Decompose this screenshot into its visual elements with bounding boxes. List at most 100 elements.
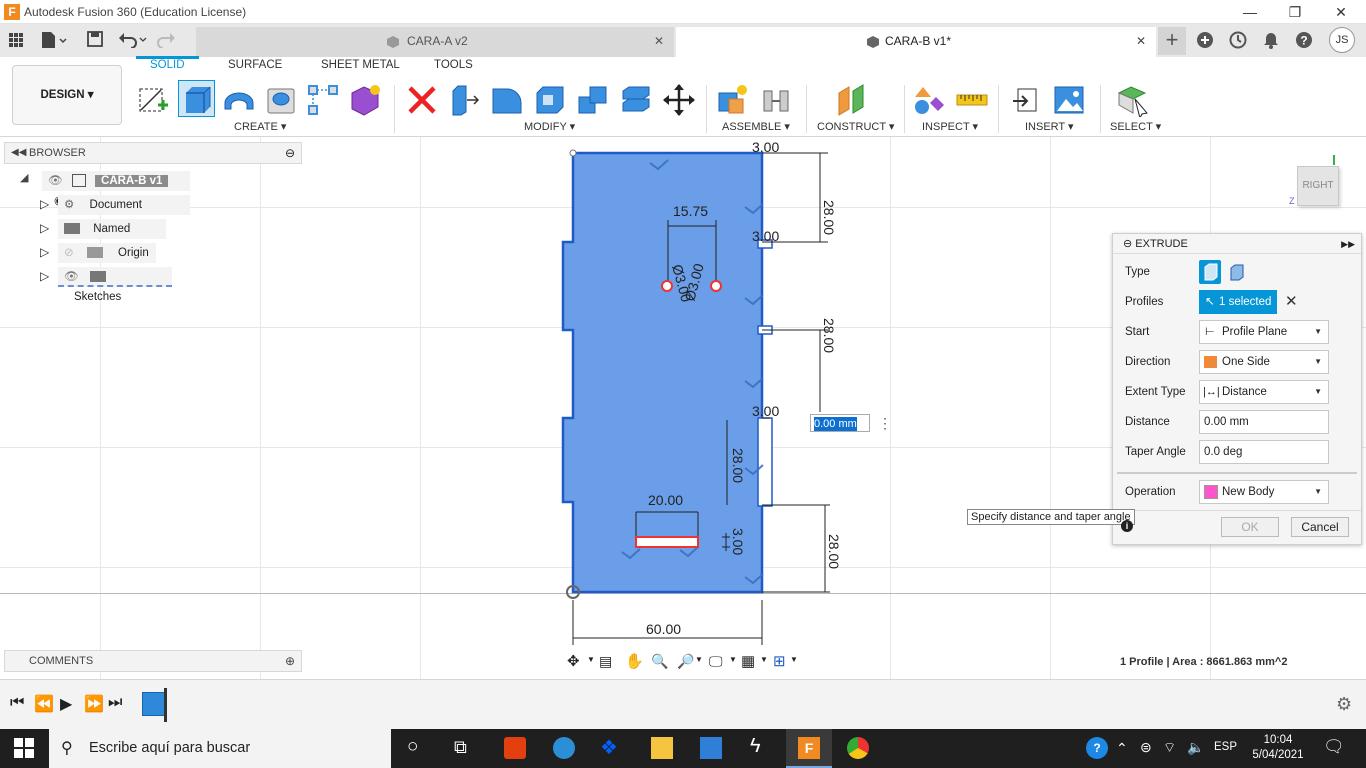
move-copy-icon[interactable] <box>662 83 696 117</box>
help-icon[interactable]: ? <box>1295 31 1313 49</box>
tab-cara-b[interactable]: CARA-B v1* ✕ <box>676 27 1156 57</box>
new-tab-button[interactable]: + <box>1158 27 1186 55</box>
type-solid-button[interactable] <box>1199 260 1221 284</box>
zoom-icon[interactable]: 🔍 <box>651 653 668 670</box>
windows-start-icon[interactable] <box>14 738 34 758</box>
orbit-icon[interactable]: ✥ <box>567 652 580 670</box>
hole-icon[interactable] <box>264 83 298 117</box>
expand-dialog-icon[interactable]: ▶▶ <box>1341 234 1355 254</box>
apps-grid-icon[interactable] <box>8 32 24 48</box>
extrude-icon[interactable] <box>180 83 214 117</box>
timeline-sketch-feature[interactable] <box>142 692 166 716</box>
operation-select[interactable]: New Body ▼ <box>1199 480 1329 504</box>
fillet-icon[interactable] <box>490 83 524 117</box>
grid-settings-icon[interactable]: ▦ <box>741 652 755 670</box>
chevron-down-icon[interactable]: ▼ <box>729 655 737 664</box>
chevron-down-icon[interactable]: ▼ <box>587 655 595 664</box>
volume-icon[interactable]: 🔈 <box>1187 739 1204 756</box>
job-status-icon[interactable] <box>1229 31 1247 49</box>
taper-angle-input[interactable]: 0.0 deg <box>1199 440 1329 464</box>
viewcube[interactable]: RIGHT <box>1297 166 1339 206</box>
collapse-icon[interactable]: ⊖ <box>1123 238 1132 250</box>
create-sketch-icon[interactable] <box>136 83 170 117</box>
taskbar-clock[interactable]: 10:04 5/04/2021 <box>1248 733 1308 763</box>
collapse-triangle-icon[interactable]: ◢ <box>20 171 28 184</box>
display-settings-icon[interactable]: 🖵 <box>709 653 723 670</box>
close-tab-icon[interactable]: ✕ <box>654 27 664 55</box>
press-pull-icon[interactable] <box>447 83 481 117</box>
help-tray-icon[interactable]: ? <box>1086 737 1108 759</box>
notification-center-icon[interactable]: 🗨 <box>1323 737 1345 757</box>
extrude-header[interactable]: ⊖ EXTRUDE ▶▶ <box>1113 234 1361 254</box>
wifi-icon[interactable]: ⌔ <box>1163 739 1176 757</box>
new-component-icon[interactable] <box>716 83 750 117</box>
network-icon[interactable]: ⊜ <box>1140 739 1152 756</box>
redo-icon[interactable] <box>157 30 187 48</box>
browser-item-document-settings[interactable]: ⚙ Document Settings <box>58 195 190 231</box>
undo-icon[interactable] <box>118 30 148 48</box>
more-options-icon[interactable]: ⋮ <box>878 415 892 432</box>
group-modify[interactable]: MODIFY ▾ <box>524 120 575 133</box>
comments-panel[interactable]: COMMENTS ⊕ <box>4 650 302 672</box>
language-indicator[interactable]: ESP <box>1214 741 1237 753</box>
go-to-end-icon[interactable]: ⏭ <box>108 694 122 712</box>
restore-button[interactable]: ❐ <box>1285 3 1305 21</box>
info-icon[interactable]: i <box>1121 520 1133 532</box>
browser-item-origin[interactable]: ⊘ Origin <box>58 243 156 263</box>
mail-icon[interactable] <box>700 737 722 759</box>
close-window-button[interactable]: ✕ <box>1331 3 1351 21</box>
expand-arrow-icon[interactable]: ▷ <box>40 245 49 259</box>
collapse-left-icon[interactable]: ◀◀ <box>11 143 26 163</box>
expand-arrow-icon[interactable]: ▷ <box>40 221 49 235</box>
file-menu-icon[interactable] <box>40 30 68 50</box>
combine-icon[interactable] <box>576 83 610 117</box>
save-icon[interactable] <box>86 30 104 48</box>
tab-sheet-metal[interactable]: SHEET METAL <box>321 59 400 71</box>
expand-arrow-icon[interactable]: ▷ <box>40 269 49 283</box>
dropbox-icon[interactable]: ❖ <box>600 735 618 760</box>
chevron-down-icon[interactable]: ▼ <box>790 655 798 664</box>
cortana-icon[interactable]: ○ <box>407 736 418 758</box>
shell-icon[interactable] <box>533 83 567 117</box>
measure-ruler-icon[interactable] <box>955 83 989 117</box>
task-view-icon[interactable]: ⧉ <box>454 737 467 758</box>
viewports-icon[interactable]: ⊞ <box>773 652 786 670</box>
look-at-icon[interactable]: ▤ <box>599 653 612 670</box>
account-avatar[interactable]: JS <box>1329 27 1355 53</box>
extensions-icon[interactable] <box>1196 31 1214 49</box>
group-inspect[interactable]: INSPECT ▾ <box>922 120 978 133</box>
show-hidden-icons-chevron-icon[interactable]: ⌃ <box>1116 740 1128 757</box>
clear-selection-icon[interactable]: ✕ <box>1285 292 1298 310</box>
add-comment-icon[interactable]: ⊕ <box>285 651 295 671</box>
inspect-measure-icon[interactable] <box>912 83 946 117</box>
visibility-eye-icon[interactable]: 👁 <box>64 271 79 283</box>
taskbar-search-box[interactable]: ⚲ Escribe aquí para buscar <box>49 729 391 768</box>
profiles-selection-button[interactable]: ↖ 1 selected <box>1199 290 1277 314</box>
close-tab-icon[interactable]: ✕ <box>1136 27 1146 55</box>
group-construct[interactable]: CONSTRUCT ▾ <box>817 120 894 133</box>
insert-canvas-icon[interactable] <box>1052 83 1086 117</box>
file-explorer-icon[interactable] <box>651 737 673 759</box>
browser-header[interactable]: ◀◀ BROWSER ⊖ <box>4 142 302 164</box>
step-forward-icon[interactable]: ⏩ <box>84 694 104 714</box>
app-lightning-icon[interactable]: ϟ <box>750 735 761 758</box>
joint-icon[interactable] <box>759 83 793 117</box>
office-icon[interactable] <box>504 737 526 759</box>
chevron-down-icon[interactable]: ▼ <box>695 655 703 664</box>
visibility-eye-icon[interactable]: 👁 <box>48 175 63 187</box>
browser-item-named-views[interactable]: Named Views <box>58 219 166 255</box>
go-to-start-icon[interactable]: ⏮ <box>10 694 24 712</box>
group-select[interactable]: SELECT ▾ <box>1110 120 1161 133</box>
pattern-icon[interactable] <box>306 83 340 117</box>
edge-browser-icon[interactable] <box>553 737 575 759</box>
revolve-icon[interactable] <box>222 83 256 117</box>
chevron-down-icon[interactable]: ▼ <box>760 655 768 664</box>
start-select[interactable]: ⊢ Profile Plane ▼ <box>1199 320 1329 344</box>
group-assemble[interactable]: ASSEMBLE ▾ <box>722 120 790 133</box>
distance-input[interactable]: 0.00 mm <box>1199 410 1329 434</box>
tab-tools[interactable]: TOOLS <box>434 59 473 71</box>
group-create[interactable]: CREATE ▾ <box>234 120 286 133</box>
hidden-eye-icon[interactable]: ⊘ <box>64 247 74 259</box>
direction-select[interactable]: One Side ▼ <box>1199 350 1329 374</box>
insert-derive-icon[interactable] <box>1010 83 1044 117</box>
